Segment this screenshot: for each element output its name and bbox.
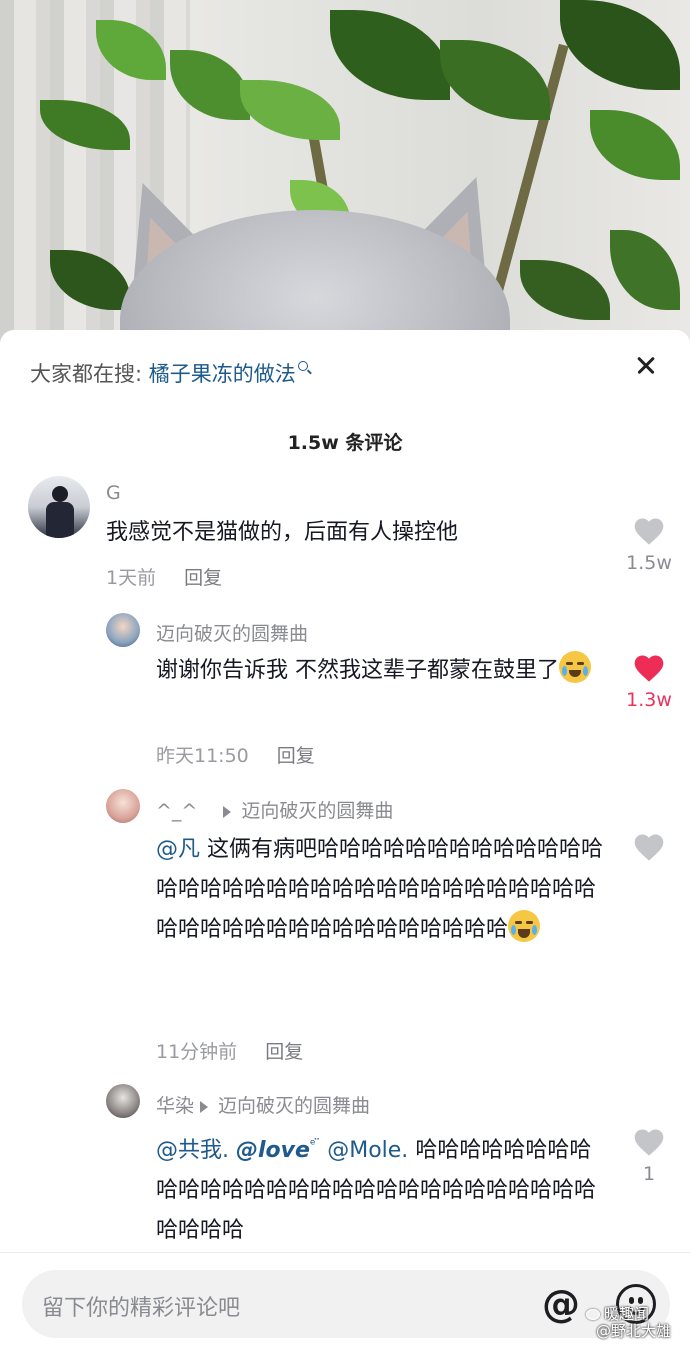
- close-icon[interactable]: [632, 352, 660, 380]
- plant-leaf: [240, 80, 340, 140]
- like-button[interactable]: [617, 832, 681, 868]
- plant-leaf: [330, 10, 450, 100]
- reply-button[interactable]: 回复: [184, 567, 222, 589]
- comment-username[interactable]: 华染 迈向破灭的圆舞曲: [156, 1091, 370, 1118]
- crying-emoji: [559, 651, 591, 683]
- comment-input-placeholder[interactable]: 留下你的精彩评论吧: [42, 1290, 240, 1322]
- comment-meta: 11分钟前 回复: [156, 1037, 303, 1064]
- avatar[interactable]: [106, 789, 140, 823]
- comment-count-title: 1.5w 条评论: [287, 432, 403, 454]
- like-count: 1.3w: [626, 689, 672, 711]
- comment-username[interactable]: ^_^ 迈向破灭的圆舞曲: [156, 796, 393, 823]
- divider: [0, 1252, 690, 1253]
- weibo-logo-icon: [586, 1309, 600, 1320]
- reply-to-username[interactable]: 迈向破灭的圆舞曲: [241, 800, 393, 822]
- mention-link[interactable]: @共我.: [156, 1138, 229, 1163]
- search-suggestion-prefix: 大家都在搜:: [30, 362, 143, 386]
- reply-button[interactable]: 回复: [265, 1041, 303, 1063]
- reply-button[interactable]: 回复: [277, 745, 315, 767]
- comment-text: 谢谢你告诉我 不然我这辈子都蒙在鼓里了: [156, 651, 612, 691]
- mention-link[interactable]: @Mole.: [327, 1138, 408, 1163]
- heart-icon: [634, 1129, 664, 1156]
- avatar[interactable]: [106, 613, 140, 647]
- mention-link[interactable]: @love: [236, 1138, 310, 1163]
- like-count: 1.5w: [626, 552, 672, 574]
- comment-sheet: 大家都在搜: 橘子果冻的做法 1.5w 条评论 G 我感觉不是猫做的，后面有人操…: [0, 330, 690, 1352]
- heart-icon: [634, 518, 664, 545]
- laughing-crying-emoji: [508, 910, 541, 942]
- plant-leaf: [520, 260, 610, 320]
- plant-leaf: [560, 0, 680, 90]
- comment-text: 我感觉不是猫做的，后面有人操控他: [106, 520, 459, 545]
- like-button[interactable]: 1: [617, 1127, 681, 1185]
- plant-leaf: [440, 40, 550, 120]
- at-icon[interactable]: @: [542, 1282, 580, 1326]
- comment-meta: 昨天11:50 回复: [156, 741, 315, 768]
- watermark: 暖趣闻 @野北大雄: [586, 1306, 671, 1340]
- like-button[interactable]: 1.3w: [617, 653, 681, 711]
- heart-icon: [634, 655, 664, 682]
- reply-arrow-icon: [200, 1101, 209, 1113]
- avatar[interactable]: [106, 1084, 140, 1118]
- comment-meta: 1天前 回复: [106, 563, 222, 590]
- plant-leaf: [610, 230, 680, 310]
- comment-text: @共我. @loveᵉ ̈ @Mole. 哈哈哈哈哈哈哈哈哈哈哈哈哈哈哈哈哈哈哈…: [156, 1137, 597, 1243]
- comment-username[interactable]: G: [106, 482, 121, 504]
- like-count: 1: [642, 1163, 656, 1185]
- heart-icon: [634, 834, 664, 861]
- mention-decoration: ᵉ ̈: [309, 1137, 321, 1153]
- search-suggestion[interactable]: 大家都在搜: 橘子果冻的做法: [30, 358, 308, 388]
- comment-time: 11分钟前: [156, 1041, 238, 1063]
- comment-input-bar[interactable]: 留下你的精彩评论吧 @: [22, 1270, 670, 1338]
- like-button[interactable]: 1.5w: [617, 516, 681, 574]
- avatar[interactable]: [28, 476, 90, 538]
- search-small-icon: [297, 361, 308, 371]
- reply-arrow-icon: [223, 806, 232, 818]
- mention-link[interactable]: @凡: [156, 837, 200, 862]
- comment-username[interactable]: 迈向破灭的圆舞曲: [156, 619, 308, 646]
- comment-time: 1天前: [106, 567, 157, 589]
- comment-time: 昨天11:50: [156, 745, 249, 767]
- reply-to-username[interactable]: 迈向破灭的圆舞曲: [218, 1095, 370, 1117]
- search-suggestion-term[interactable]: 橘子果冻的做法: [149, 362, 296, 386]
- video-frame[interactable]: [0, 0, 690, 360]
- plant-leaf: [590, 110, 680, 180]
- comment-text: @凡 这俩有病吧哈哈哈哈哈哈哈哈哈哈哈哈哈哈哈哈哈哈哈哈哈哈哈哈哈哈哈哈哈哈哈哈…: [156, 837, 604, 942]
